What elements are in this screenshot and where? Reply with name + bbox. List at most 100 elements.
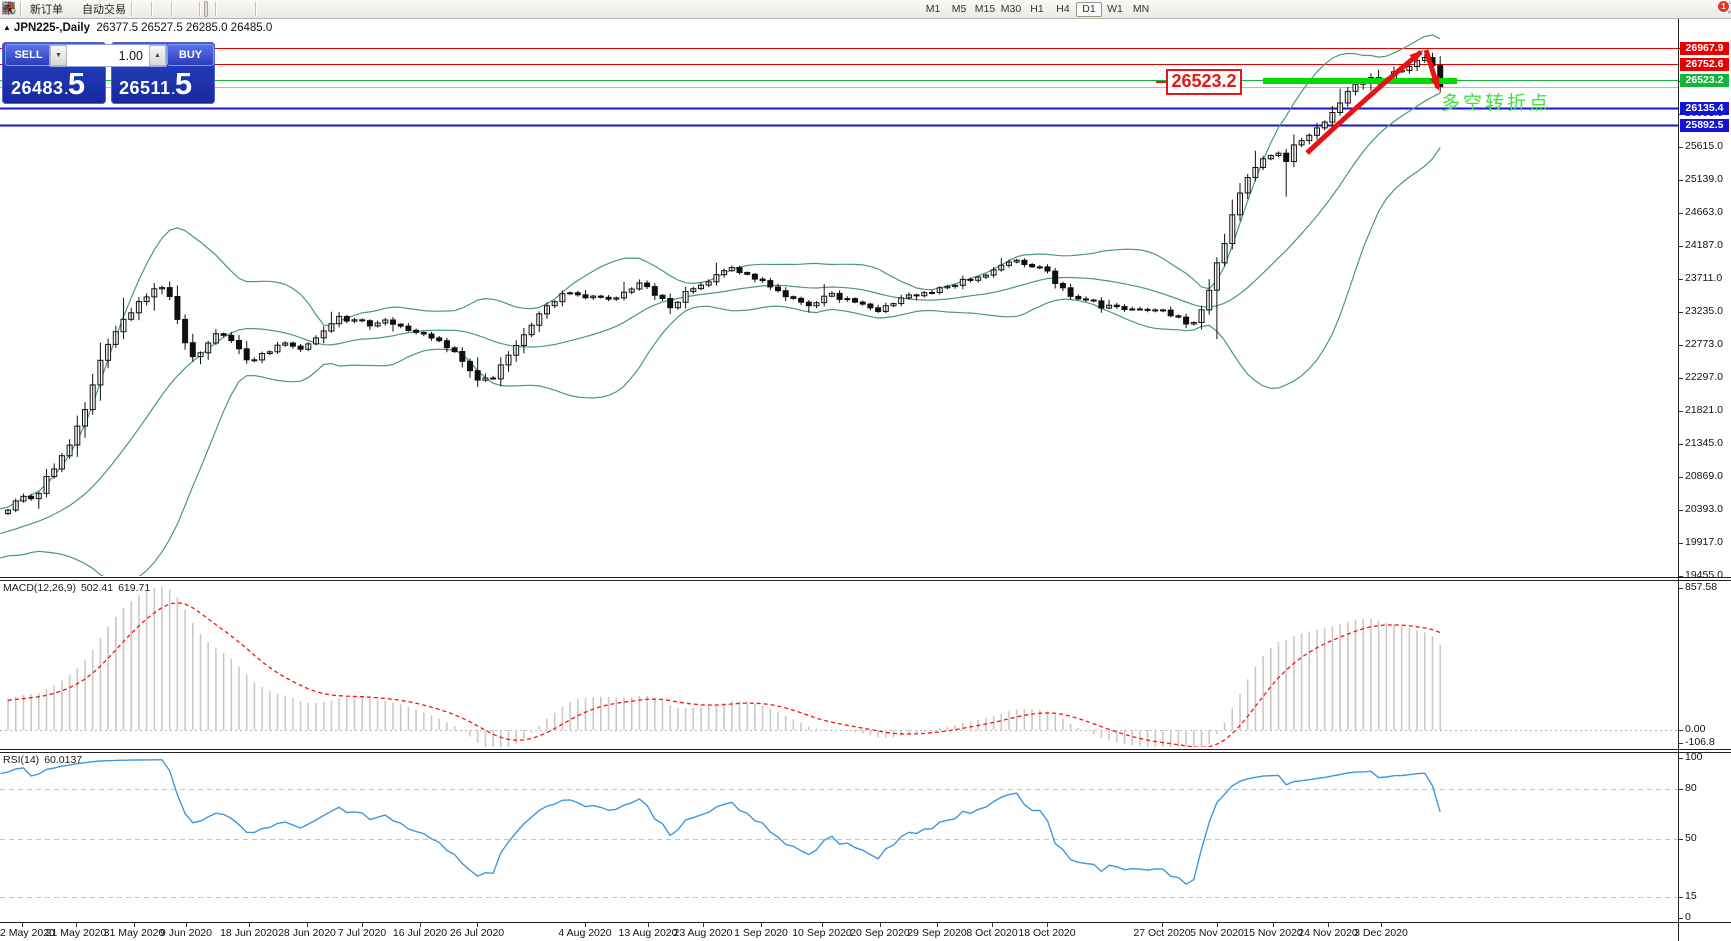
price-axis-tick: 21821.0 [1685, 404, 1723, 416]
macd-value: 502.41 [80, 582, 114, 594]
timeframe-button-d1[interactable]: D1 [1076, 1, 1102, 17]
price-level-tag: 26752.6 [1680, 58, 1729, 71]
price-axis-tick: 19455.0 [1685, 569, 1723, 581]
timeframe-button-m30[interactable]: M30 [998, 2, 1024, 17]
timeframe-bar: M1 M5 M15 M30 H1 H4 D1 W1 MN [920, 1, 1154, 17]
x-axis-date-label: 4 Aug 2020 [558, 927, 612, 939]
price-axis-tick: 24187.0 [1685, 239, 1723, 251]
trading-terminal: { "toolbar": { "items": [ {"icon":"chart… [0, 0, 1731, 941]
notifications-icon[interactable]: 1 [1718, 1, 1731, 17]
x-axis-date-label: 3 Dec 2020 [1354, 927, 1408, 939]
macd-axis-tick: -106.8 [1685, 736, 1715, 748]
timeframe-button-m5[interactable]: M5 [946, 2, 972, 17]
timeframe-button-h4[interactable]: H4 [1050, 2, 1076, 17]
macd-label: MACD(12,26,9) 502.41 619.71 [3, 582, 155, 594]
x-axis-date-label: 28 Jun 2020 [278, 927, 336, 939]
toolbar-right-group: 1 [1718, 1, 1731, 17]
new-order-icon[interactable]: 新订单 [2, 1, 65, 17]
crosshair-icon[interactable] [2, 1, 212, 17]
price-axis-tick: 21345.0 [1685, 437, 1723, 449]
rsi-axis-tick: 15 [1685, 890, 1697, 902]
templates-icon[interactable] [2, 1, 196, 17]
buy-price[interactable]: 26511.5 [119, 68, 192, 99]
price-axis-tick: 25139.0 [1685, 173, 1723, 185]
toolbar: 新订单 自动交易 A T M1 M5 M15 M30 H1 H4 D1 W1 MN 1 [0, 0, 1731, 19]
macd-name: MACD(12,26,9) [3, 582, 76, 594]
price-axis-tick: 20393.0 [1685, 503, 1723, 515]
price-axis-tick: 23235.0 [1685, 305, 1723, 317]
symbol-name: JPN225-,Daily [13, 22, 90, 34]
x-axis-date-label: 8 Oct 2020 [966, 927, 1018, 939]
toolbar-separator [151, 2, 153, 16]
toolbar-left-group: 新订单 自动交易 A T [1, 1, 260, 17]
toolbar-separator [131, 2, 133, 16]
price-axis-tick: 19917.0 [1685, 536, 1723, 548]
x-axis-date-label: 7 Jul 2020 [337, 927, 387, 939]
notification-badge: 1 [1718, 1, 1729, 12]
arrows-icon[interactable] [2, 1, 252, 17]
price-axis-tick: 22297.0 [1685, 371, 1723, 383]
x-axis-date-label: 16 Jul 2020 [392, 927, 448, 939]
macd-signal-value: 619.71 [118, 582, 151, 594]
rsi-label: RSI(14) 60.0137 [3, 754, 87, 766]
volume-decrease-button[interactable]: ▼ [50, 45, 67, 66]
x-axis-date-label: 27 Oct 2020 [1133, 927, 1191, 939]
chart-canvas [0, 18, 1731, 941]
toolbar-separator [171, 2, 173, 16]
toolbar-separator [255, 2, 257, 16]
tile-windows-icon[interactable] [3, 1, 168, 17]
chart-title: ▲ JPN225-,Daily 26377.5 26527.5 26285.0 2… [3, 22, 272, 34]
x-axis-date-label: 10 Sep 2020 [792, 927, 852, 939]
title-marker-icon: ▲ [3, 23, 11, 32]
one-click-trade-panel: SELL BUY ▼ ▲ 26483.5 26511.5 [2, 42, 215, 104]
line-chart-icon[interactable] [2, 1, 148, 17]
autotrade-icon[interactable]: 自动交易 [2, 1, 128, 17]
price-level-tag: 26523.2 [1680, 74, 1729, 87]
price-axis-tick: 20869.0 [1685, 470, 1723, 482]
volume-box: ▼ ▲ [49, 44, 167, 67]
x-axis-date-label: 29 Sep 2020 [907, 927, 967, 939]
toolbar-separator [215, 2, 217, 16]
timeframe-button-m15[interactable]: M15 [972, 2, 998, 17]
timeframe-button-h1[interactable]: H1 [1024, 2, 1050, 17]
x-axis-date-label: 23 Aug 2020 [673, 927, 733, 939]
price-callout-box[interactable]: 26523.2 [1156, 69, 1242, 95]
x-axis-date-label: 26 Jul 2020 [449, 927, 505, 939]
rsi-value: 60.0137 [44, 754, 83, 766]
price-axis-tick: 22773.0 [1685, 338, 1723, 350]
x-axis-date-label: 24 Nov 2020 [1298, 927, 1358, 939]
x-axis-date-label: 15 Nov 2020 [1243, 927, 1303, 939]
turning-point-annotation[interactable]: 多空转折点 [1441, 88, 1551, 115]
title-ohlc-values: 26377.5 26527.5 26285.0 26485.0 [96, 22, 273, 34]
rsi-axis-tick: 0 [1685, 911, 1691, 923]
macd-axis-tick: 0.00 [1685, 723, 1706, 735]
x-axis-date-label: 5 Nov 2020 [1190, 927, 1244, 939]
x-axis-date-label: 18 Jun 2020 [220, 927, 278, 939]
price-axis-tick: 25615.0 [1685, 140, 1723, 152]
price-level-tag: 25892.5 [1680, 119, 1729, 132]
buy-button[interactable]: BUY [167, 44, 214, 66]
x-axis-date-label: 21 May 2020 [45, 927, 107, 939]
timeframe-button-w1[interactable]: W1 [1102, 2, 1128, 17]
toolbar-separator [199, 2, 201, 16]
timeframe-button-mn[interactable]: MN [1128, 2, 1154, 17]
volume-input[interactable] [67, 45, 149, 66]
x-axis-date-label: 9 Jun 2020 [160, 927, 212, 939]
price-level-tag: 26967.9 [1680, 42, 1729, 55]
macd-axis-tick: 857.58 [1685, 581, 1718, 593]
sell-button[interactable]: SELL [5, 44, 52, 66]
rsi-axis-tick: 100 [1685, 751, 1703, 763]
timeframe-button-m1[interactable]: M1 [920, 2, 946, 17]
price-level-tag: 26135.4 [1680, 102, 1729, 115]
x-axis-date-label: 18 Oct 2020 [1018, 927, 1076, 939]
x-axis-date-label: 20 Sep 2020 [850, 927, 910, 939]
sell-price[interactable]: 26483.5 [11, 68, 85, 99]
price-axis-tick: 24663.0 [1685, 206, 1723, 218]
toolbar-separator [20, 2, 22, 16]
x-axis-date-label: 31 May 2020 [103, 927, 165, 939]
x-axis-date-label: 1 Sep 2020 [734, 927, 788, 939]
rsi-name: RSI(14) [3, 754, 40, 766]
rsi-axis-tick: 50 [1685, 832, 1697, 844]
volume-increase-button[interactable]: ▲ [149, 45, 166, 66]
x-axis-date-label: 13 Aug 2020 [618, 927, 678, 939]
